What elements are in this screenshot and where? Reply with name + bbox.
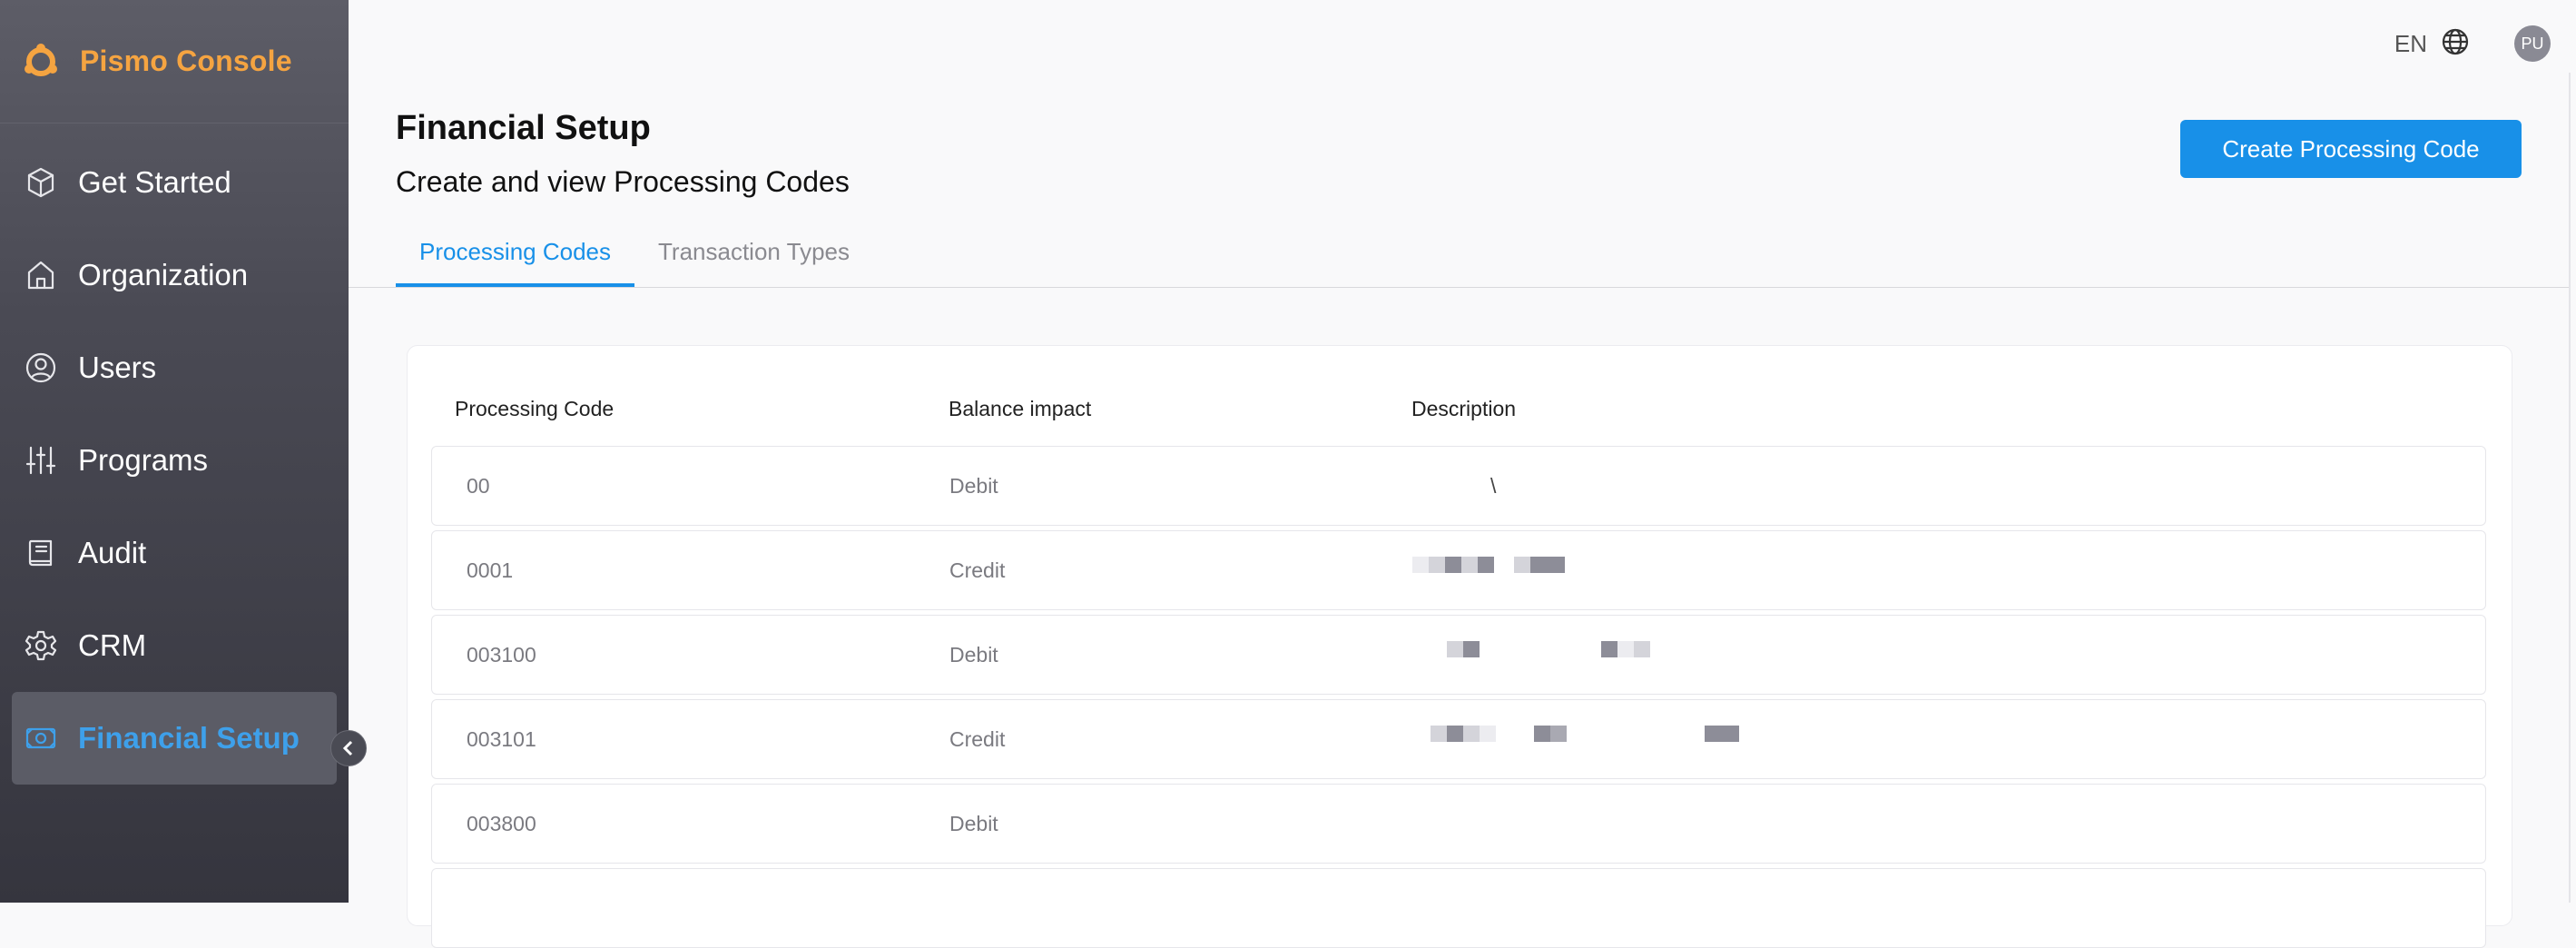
sidebar-item-users[interactable]: Users (0, 321, 349, 414)
table-row[interactable]: 003101 Credit (431, 699, 2486, 779)
sidebar-item-programs[interactable]: Programs (0, 414, 349, 507)
processing-codes-table: Processing Code Balance impact Descripti… (407, 345, 2512, 948)
chevron-left-icon (342, 740, 353, 756)
money-icon (22, 719, 60, 757)
gear-icon (22, 627, 60, 665)
cell-processing-code: 0001 (467, 558, 514, 582)
brand[interactable]: Pismo Console (0, 0, 349, 123)
cell-balance-impact: Credit (949, 727, 1006, 751)
language-label[interactable]: EN (2394, 30, 2427, 58)
sidebar-item-label: Financial Setup (78, 721, 300, 755)
cube-icon (22, 163, 60, 202)
sliders-icon (22, 441, 60, 479)
redacted-description (1412, 641, 1650, 657)
scrollbar-track[interactable] (2569, 73, 2571, 903)
column-header-description[interactable]: Description (1411, 397, 1516, 421)
sidebar-item-label: CRM (78, 628, 147, 662)
sidebar-item-crm[interactable]: CRM (0, 599, 349, 692)
cell-balance-impact: Credit (949, 558, 1006, 582)
sidebar-item-label: Get Started (78, 165, 231, 199)
globe-icon[interactable] (2440, 26, 2471, 62)
redacted-description (1412, 726, 1794, 742)
column-header-balance-impact[interactable]: Balance impact (949, 397, 1091, 421)
cell-processing-code: 003100 (467, 643, 536, 667)
app-title: Pismo Console (80, 44, 292, 77)
tab-bar: Processing Codes Transaction Types (396, 227, 873, 287)
pismo-logo-icon (25, 43, 57, 76)
sidebar-item-label: Users (78, 351, 157, 384)
table-row[interactable]: 00 Debit \ (431, 446, 2486, 526)
sidebar-item-label: Programs (78, 443, 209, 477)
home-icon (22, 256, 60, 294)
sidebar-item-get-started[interactable]: Get Started (0, 136, 349, 229)
main-content: EN PU Financial Setup Create and view Pr… (349, 0, 2576, 948)
sidebar-item-label: Organization (78, 258, 249, 291)
user-circle-icon (22, 349, 60, 387)
sidebar-nav: Get Started Organization Users Programs … (0, 136, 349, 785)
tab-transaction-types[interactable]: Transaction Types (634, 227, 873, 287)
table-row[interactable]: 0001 Credit (431, 530, 2486, 610)
tabs-divider (349, 287, 2571, 288)
column-header-processing-code[interactable]: Processing Code (455, 397, 614, 421)
cell-description: \ (1490, 474, 1497, 498)
create-processing-code-button[interactable]: Create Processing Code (2180, 120, 2522, 178)
cell-processing-code: 003800 (467, 812, 536, 835)
avatar[interactable]: PU (2514, 25, 2551, 62)
tab-processing-codes[interactable]: Processing Codes (396, 227, 634, 287)
sidebar-item-financial-setup[interactable]: Financial Setup (12, 692, 337, 785)
topbar: EN PU (2394, 18, 2576, 69)
cell-processing-code: 00 (467, 474, 490, 498)
cell-balance-impact: Debit (949, 643, 998, 667)
sidebar-item-audit[interactable]: Audit (0, 507, 349, 599)
cell-processing-code: 003101 (467, 727, 536, 751)
cell-balance-impact: Debit (949, 812, 998, 835)
book-icon (22, 534, 60, 572)
page-subtitle: Create and view Processing Codes (396, 165, 850, 198)
collapse-sidebar-button[interactable] (330, 730, 367, 766)
page-title: Financial Setup (396, 109, 651, 147)
table-header: Processing Code Balance impact Descripti… (408, 346, 2512, 446)
table-row[interactable]: 003100 Debit (431, 615, 2486, 695)
sidebar-item-label: Audit (78, 536, 147, 569)
sidebar-item-organization[interactable]: Organization (0, 229, 349, 321)
sidebar: Pismo Console Get Started Organization U… (0, 0, 349, 903)
redacted-description (1412, 557, 1576, 573)
cell-balance-impact: Debit (949, 474, 998, 498)
table-row[interactable] (431, 868, 2486, 948)
table-row[interactable]: 003800 Debit (431, 784, 2486, 864)
